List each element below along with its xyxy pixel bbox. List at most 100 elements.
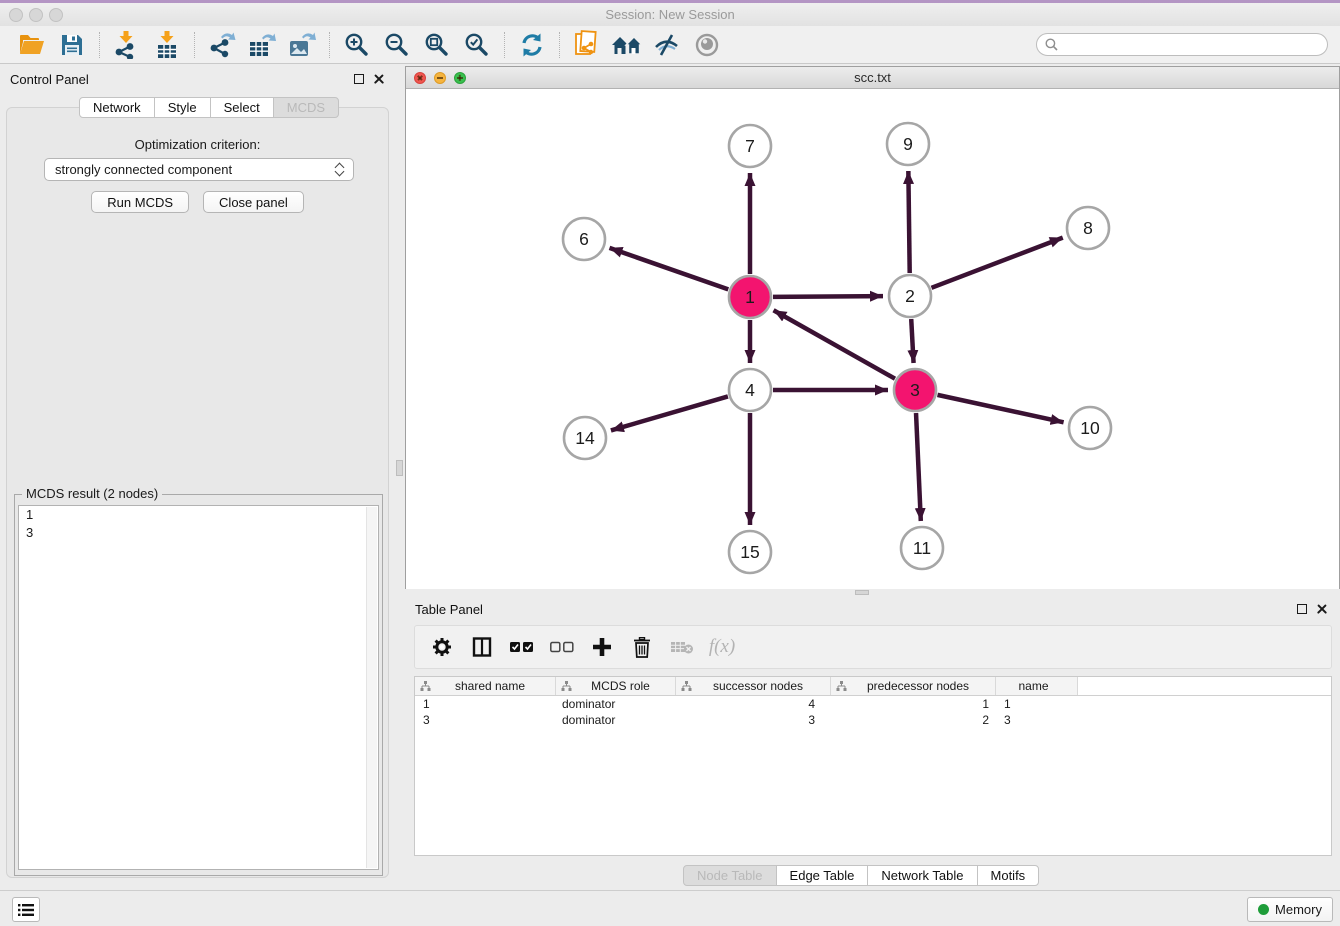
graph-node-label: 15 bbox=[740, 542, 759, 562]
graph-node-label: 14 bbox=[575, 428, 595, 448]
run-mcds-button[interactable]: Run MCDS bbox=[91, 191, 189, 213]
hierarchy-icon bbox=[420, 681, 431, 691]
clear-selection-button[interactable] bbox=[547, 632, 577, 662]
graph-edge-1-6[interactable] bbox=[609, 248, 728, 290]
tab-network-table[interactable]: Network Table bbox=[867, 865, 977, 886]
graph-edge-2-9[interactable] bbox=[908, 171, 909, 273]
trash-icon bbox=[633, 637, 651, 658]
duplicate-network-button[interactable] bbox=[567, 29, 607, 61]
network-minimize-button[interactable] bbox=[434, 72, 446, 84]
zoom-selected-button[interactable] bbox=[457, 29, 497, 61]
import-table-button[interactable] bbox=[147, 29, 187, 61]
splitter-grip[interactable] bbox=[855, 590, 869, 595]
tab-mcds[interactable]: MCDS bbox=[273, 97, 339, 118]
toolbar-separator bbox=[194, 32, 195, 58]
show-columns-button[interactable] bbox=[467, 632, 497, 662]
network-window-titlebar: scc.txt bbox=[406, 67, 1339, 89]
columns-icon bbox=[472, 637, 492, 657]
checked-boxes-icon bbox=[510, 640, 534, 654]
table-row[interactable]: 3 dominator 3 2 3 bbox=[415, 712, 1331, 728]
open-session-button[interactable] bbox=[12, 29, 52, 61]
import-network-icon bbox=[114, 31, 140, 59]
hierarchy-icon bbox=[681, 681, 692, 691]
export-table-button[interactable] bbox=[242, 29, 282, 61]
network-maximize-button[interactable] bbox=[454, 72, 466, 84]
first-neighbors-button[interactable] bbox=[607, 29, 647, 61]
hide-selected-button[interactable] bbox=[647, 29, 687, 61]
column-header-predecessor-nodes[interactable]: predecessor nodes bbox=[831, 677, 996, 695]
mcds-result-list[interactable]: 1 3 bbox=[18, 505, 379, 870]
toolbar-separator bbox=[504, 32, 505, 58]
graph-edge-2-8[interactable] bbox=[931, 238, 1062, 288]
tab-style[interactable]: Style bbox=[154, 97, 211, 118]
result-item[interactable]: 1 bbox=[19, 506, 378, 524]
column-header-name[interactable]: name bbox=[996, 677, 1078, 695]
criterion-value: strongly connected component bbox=[55, 162, 232, 177]
tab-select[interactable]: Select bbox=[210, 97, 274, 118]
network-graph[interactable]: 1234678910111415 bbox=[406, 89, 1339, 589]
result-item[interactable]: 3 bbox=[19, 524, 378, 542]
table-row[interactable]: 1 dominator 4 1 1 bbox=[415, 696, 1331, 712]
memory-button[interactable]: Memory bbox=[1247, 897, 1333, 922]
graph-edge-3-11[interactable] bbox=[916, 413, 921, 521]
export-network-icon bbox=[208, 31, 236, 59]
network-window-controls bbox=[414, 72, 466, 84]
cell-shared-name: 3 bbox=[415, 713, 556, 727]
close-panel-button[interactable]: Close panel bbox=[203, 191, 304, 213]
export-image-button[interactable] bbox=[282, 29, 322, 61]
graph-edge-3-1[interactable] bbox=[774, 310, 895, 378]
search-field[interactable] bbox=[1036, 33, 1328, 56]
tab-edge-table[interactable]: Edge Table bbox=[776, 865, 869, 886]
graph-edge-3-10[interactable] bbox=[937, 395, 1063, 422]
optimization-criterion-label: Optimization criterion: bbox=[6, 137, 389, 152]
zoom-fit-button[interactable] bbox=[417, 29, 457, 61]
table-settings-button[interactable] bbox=[427, 632, 457, 662]
show-all-button[interactable] bbox=[687, 29, 727, 61]
cell-name: 3 bbox=[996, 713, 1078, 727]
cell-predecessor-nodes: 1 bbox=[831, 697, 996, 711]
graph-edge-1-2[interactable] bbox=[773, 296, 883, 297]
cell-mcds-role: dominator bbox=[556, 713, 676, 727]
tab-node-table[interactable]: Node Table bbox=[683, 865, 777, 886]
graph-node-label: 10 bbox=[1080, 418, 1100, 438]
result-scrollbar[interactable] bbox=[366, 507, 377, 868]
search-input[interactable] bbox=[1063, 37, 1319, 53]
status-bar: Memory bbox=[0, 890, 1340, 926]
column-header-successor-nodes[interactable]: successor nodes bbox=[676, 677, 831, 695]
create-column-button[interactable] bbox=[587, 632, 617, 662]
column-header-shared-name[interactable]: shared name bbox=[415, 677, 556, 695]
graph-edge-2-3[interactable] bbox=[911, 319, 913, 363]
close-panel-icon[interactable] bbox=[373, 73, 385, 85]
select-all-button[interactable] bbox=[507, 632, 537, 662]
delete-column-button[interactable] bbox=[627, 632, 657, 662]
save-session-button[interactable] bbox=[52, 29, 92, 61]
cell-predecessor-nodes: 2 bbox=[831, 713, 996, 727]
float-panel-icon[interactable] bbox=[1297, 604, 1307, 614]
network-canvas[interactable]: 1234678910111415 bbox=[406, 89, 1339, 589]
criterion-dropdown[interactable]: strongly connected component bbox=[44, 158, 354, 181]
column-header-mcds-role[interactable]: MCDS role bbox=[556, 677, 676, 695]
horizontal-splitter[interactable] bbox=[405, 589, 1340, 596]
graph-node-label: 9 bbox=[903, 134, 913, 154]
zoom-in-button[interactable] bbox=[337, 29, 377, 61]
unchecked-boxes-icon bbox=[550, 640, 574, 654]
import-network-button[interactable] bbox=[107, 29, 147, 61]
refresh-icon bbox=[519, 32, 545, 58]
vertical-splitter[interactable] bbox=[395, 66, 405, 890]
graph-edge-4-14[interactable] bbox=[611, 396, 728, 430]
tab-network[interactable]: Network bbox=[79, 97, 155, 118]
houses-icon bbox=[611, 33, 643, 57]
tab-motifs[interactable]: Motifs bbox=[977, 865, 1040, 886]
zoom-out-button[interactable] bbox=[377, 29, 417, 61]
mcds-result-box: MCDS result (2 nodes) 1 3 bbox=[14, 494, 383, 876]
control-panel-title: Control Panel bbox=[10, 72, 89, 87]
close-panel-icon[interactable] bbox=[1316, 603, 1328, 615]
float-panel-icon[interactable] bbox=[354, 74, 364, 84]
splitter-grip[interactable] bbox=[396, 460, 403, 476]
eye-slash-icon bbox=[653, 33, 681, 57]
apply-layout-button[interactable] bbox=[512, 29, 552, 61]
network-close-button[interactable] bbox=[414, 72, 426, 84]
task-history-button[interactable] bbox=[12, 897, 40, 922]
export-network-button[interactable] bbox=[202, 29, 242, 61]
table-toolbar: f(x) bbox=[414, 625, 1332, 669]
